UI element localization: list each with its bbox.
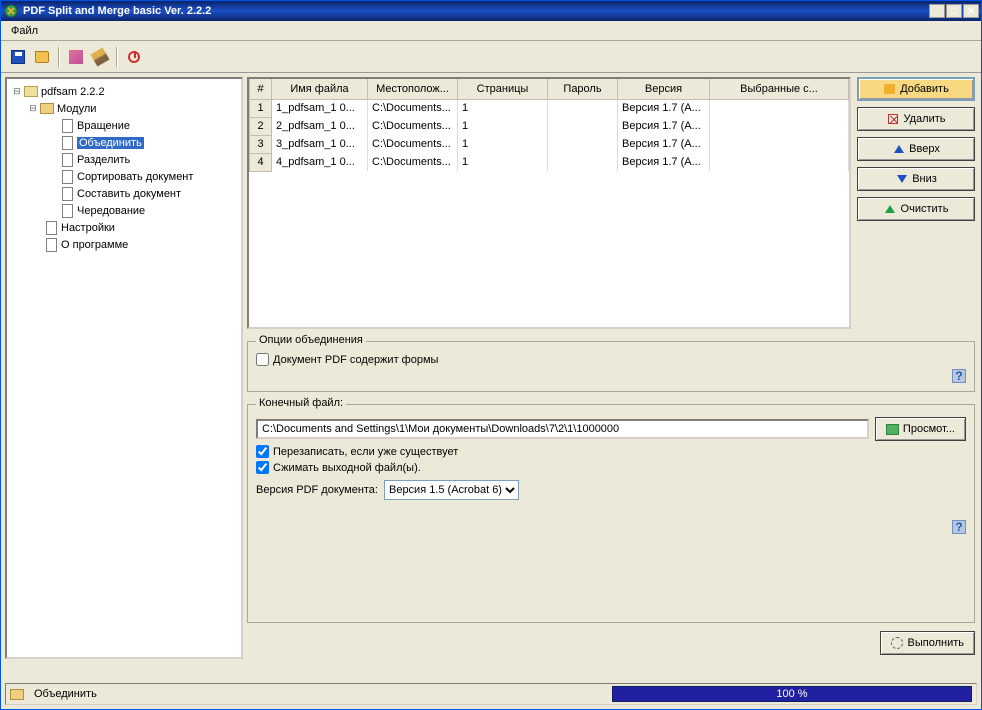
sidebar-tree[interactable]: ⊟ pdfsam 2.2.2 ⊟ Модули Вращение Объедин… [5,77,243,659]
save-button[interactable] [7,46,29,68]
move-down-button[interactable]: Вниз [857,167,975,191]
group-title: Конечный файл: [256,397,346,409]
document-icon [59,203,75,219]
tree-about[interactable]: О программе [7,236,241,253]
col-selected[interactable]: Выбранные с... [710,79,849,99]
folder-icon [23,84,39,100]
add-button[interactable]: Добавить [857,77,975,101]
file-table[interactable]: # Имя файла Местополож... Страницы Парол… [247,77,851,329]
open-button[interactable] [31,46,53,68]
document-icon [59,135,75,151]
forms-checkbox[interactable] [256,353,269,366]
remove-button[interactable]: Удалить [857,107,975,131]
menu-file[interactable]: Файл [5,23,44,39]
tree-modules[interactable]: ⊟ Модули [7,100,241,117]
document-icon [43,237,59,253]
app-icon [3,3,19,19]
tree-item-rotate[interactable]: Вращение [7,117,241,134]
compress-label: Сжимать выходной файл(ы). [273,462,421,474]
tree-item-sort[interactable]: Сортировать документ [7,168,241,185]
tree-item-compose[interactable]: Составить документ [7,185,241,202]
output-group: Конечный файл: Просмот... Перезаписать, … [247,404,975,623]
table-row[interactable]: 22_pdfsam_1 0...C:\Documents...1Версия 1… [250,117,849,135]
tree-item-merge[interactable]: Объединить [7,134,241,151]
add-icon [883,83,896,96]
tree-settings[interactable]: Настройки [7,219,241,236]
maximize-button[interactable]: □ [946,4,962,18]
table-row[interactable]: 33_pdfsam_1 0...C:\Documents...1Версия 1… [250,135,849,153]
help-icon[interactable]: ? [952,369,966,383]
window-title: PDF Split and Merge basic Ver. 2.2.2 [23,5,929,17]
overwrite-checkbox[interactable] [256,445,269,458]
collapse-icon[interactable]: ⊟ [11,86,23,97]
minimize-button[interactable]: _ [929,4,945,18]
status-text: Объединить [28,688,612,700]
col-filename[interactable]: Имя файла [272,79,368,99]
merge-options-group: Опции объединения Документ PDF содержит … [247,341,975,392]
progress-bar: 100 % [612,686,972,702]
toolbar [1,41,981,73]
tree-item-split[interactable]: Разделить [7,151,241,168]
document-icon [43,220,59,236]
exit-button[interactable] [123,46,145,68]
run-button[interactable]: Выполнить [880,631,975,655]
browse-button[interactable]: Просмот... [875,417,966,441]
pdf-version-select[interactable]: Версия 1.5 (Acrobat 6) [384,480,519,500]
tree-item-alternate[interactable]: Чередование [7,202,241,219]
col-location[interactable]: Местополож... [368,79,458,99]
document-icon [59,152,75,168]
settings-icon [69,50,83,64]
move-up-button[interactable]: Вверх [857,137,975,161]
log-button[interactable] [89,46,111,68]
compress-checkbox[interactable] [256,461,269,474]
document-icon [59,118,75,134]
collapse-icon[interactable]: ⊟ [27,103,39,114]
document-icon [59,186,75,202]
forms-label: Документ PDF содержит формы [273,354,438,366]
run-icon [891,637,904,650]
close-button[interactable]: ✕ [963,4,979,18]
app-window: PDF Split and Merge basic Ver. 2.2.2 _ □… [0,0,982,710]
save-icon [11,50,25,64]
down-icon [895,173,908,186]
brush-icon [90,47,109,66]
col-version[interactable]: Версия [618,79,710,99]
col-num[interactable]: # [250,79,272,99]
settings-button[interactable] [65,46,87,68]
document-icon [59,169,75,185]
menubar: Файл [1,21,981,41]
status-folder-icon [6,689,28,700]
clear-icon [884,203,897,216]
statusbar: Объединить 100 % [5,683,977,705]
table-row[interactable]: 11_pdfsam_1 0...C:\Documents...1Версия 1… [250,99,849,117]
tree-root[interactable]: ⊟ pdfsam 2.2.2 [7,83,241,100]
power-icon [128,51,140,63]
clear-button[interactable]: Очистить [857,197,975,221]
open-icon [35,51,49,63]
pdf-version-label: Версия PDF документа: [256,484,378,496]
folder-open-icon [39,101,55,117]
overwrite-label: Перезаписать, если уже существует [273,446,458,458]
folder-icon [886,423,899,436]
group-title: Опции объединения [256,334,366,346]
table-row[interactable]: 44_pdfsam_1 0...C:\Documents...1Версия 1… [250,153,849,171]
col-password[interactable]: Пароль [548,79,618,99]
titlebar: PDF Split and Merge basic Ver. 2.2.2 _ □… [1,1,981,21]
up-icon [892,143,905,156]
col-pages[interactable]: Страницы [458,79,548,99]
delete-icon [887,113,900,126]
output-path-input[interactable] [256,419,869,439]
help-icon[interactable]: ? [952,520,966,534]
